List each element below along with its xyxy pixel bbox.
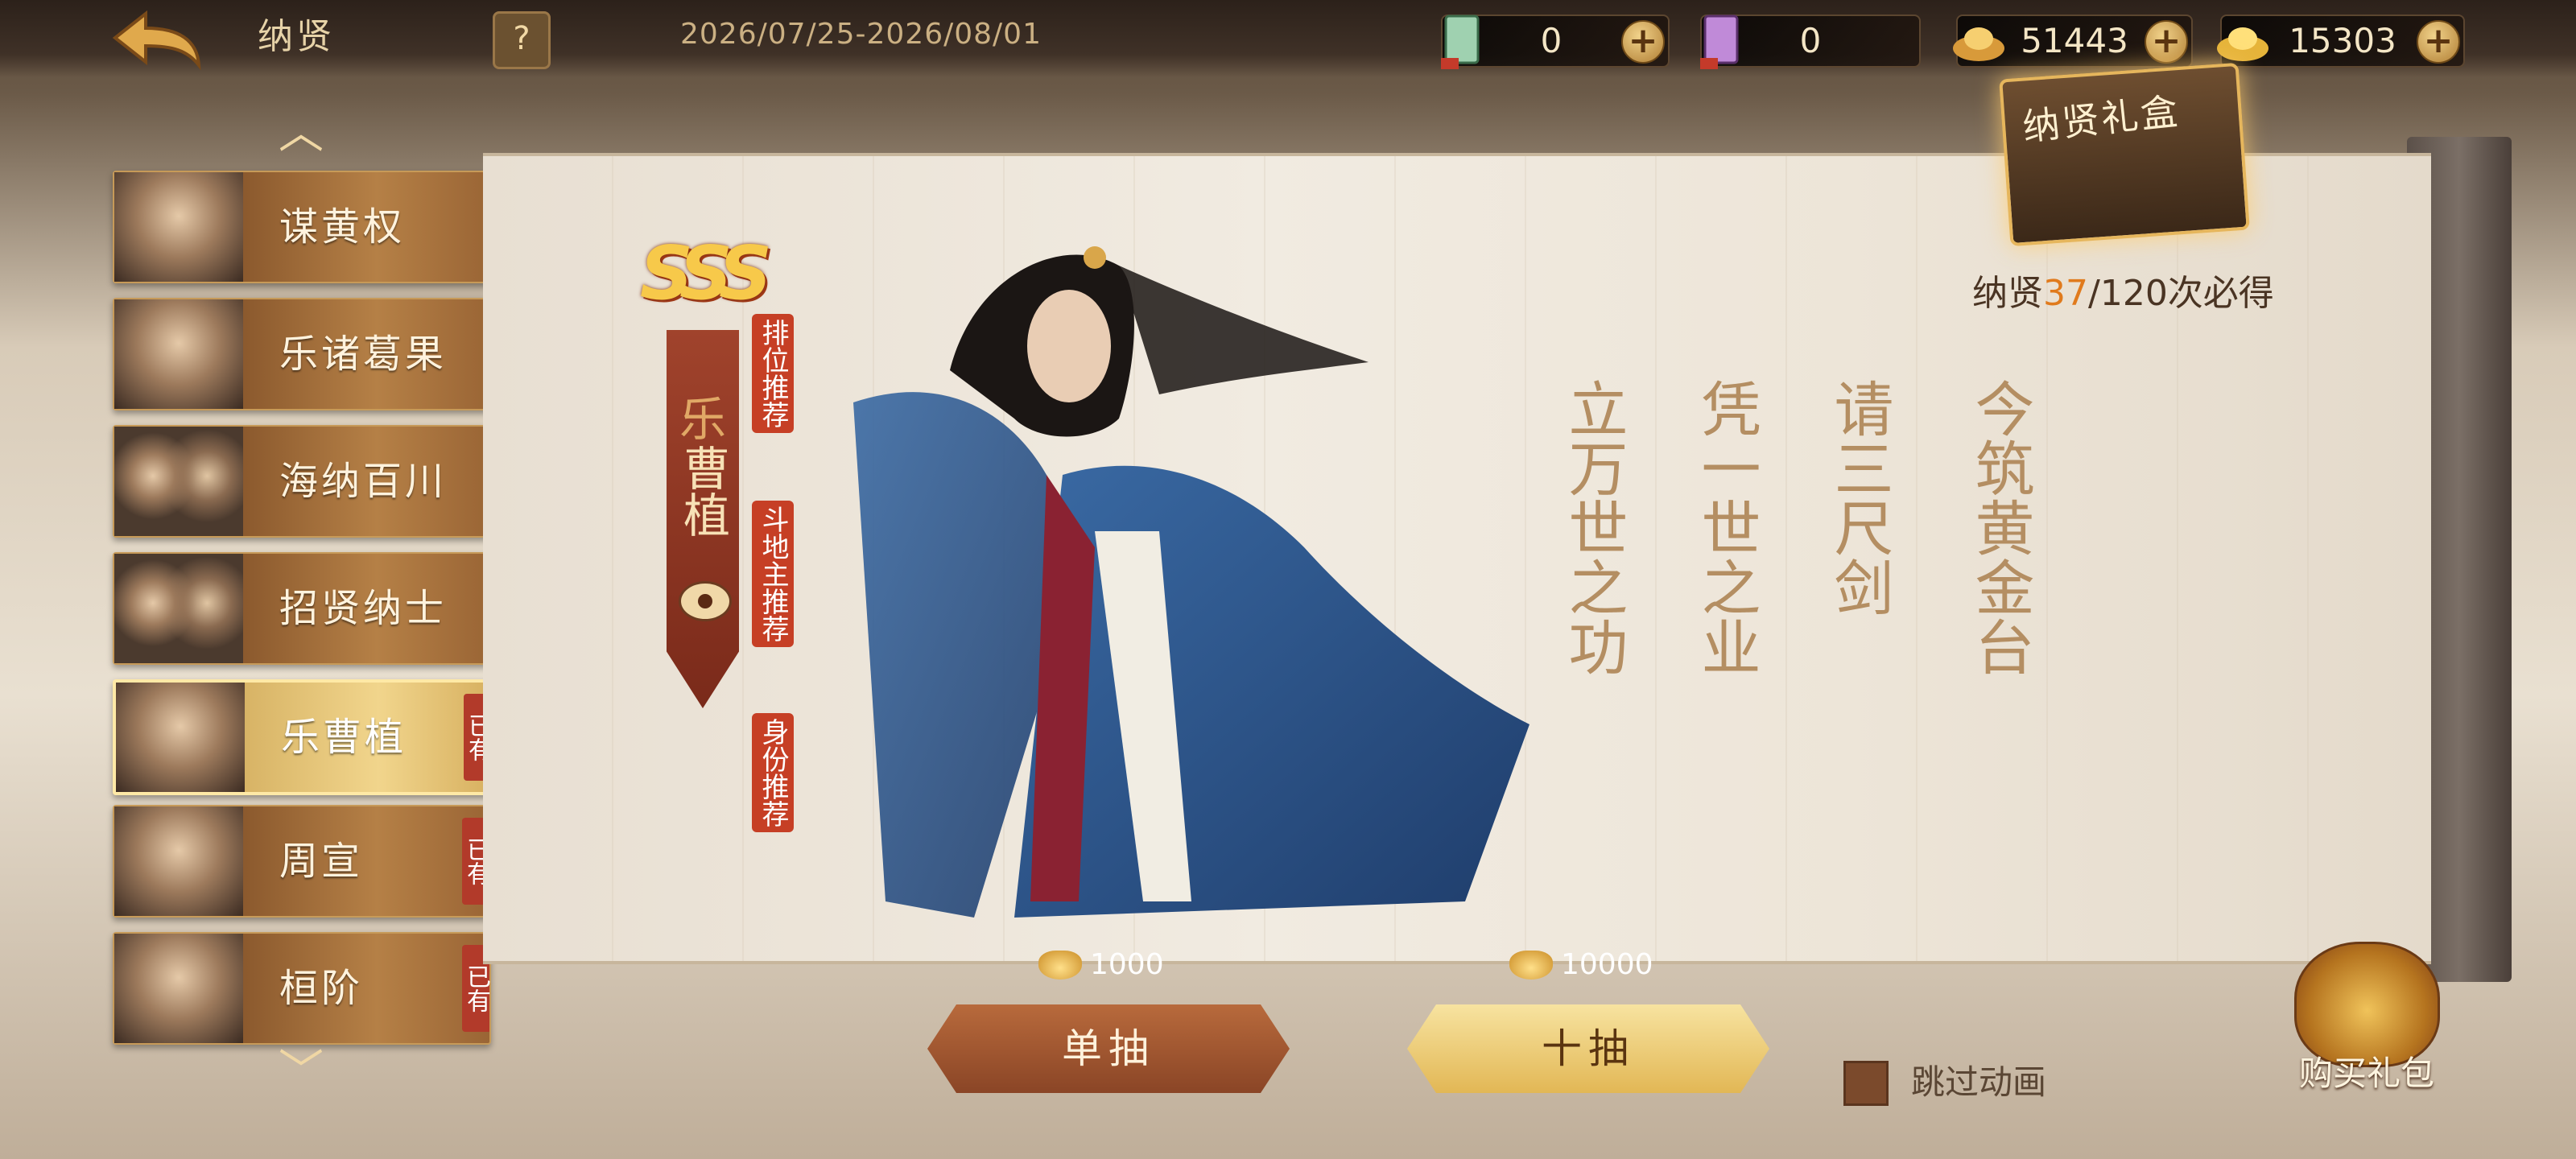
list-scroll-down-icon[interactable]: ﹀: [279, 1050, 324, 1095]
add-token-green-button[interactable]: +: [1621, 20, 1665, 64]
ten-draw-cost: 10000: [1509, 943, 1653, 987]
add-silver-ingot-button[interactable]: +: [2145, 20, 2188, 64]
avatar: [114, 806, 243, 916]
buy-pack-label[interactable]: 购买礼包: [2294, 1046, 2439, 1095]
poem-column: 凭一世之业: [1691, 378, 1761, 676]
single-draw-cost: 1000: [1038, 943, 1164, 987]
sidebar-item-0[interactable]: 谋黄权: [113, 171, 491, 283]
scroll-token-green-icon: [1441, 14, 1480, 69]
skip-animation-checkbox[interactable]: [1843, 1061, 1889, 1106]
avatar: [114, 172, 243, 282]
skip-animation-label: 跳过动画: [1911, 1062, 2047, 1102]
resource-token-green: 0 +: [1441, 14, 1670, 69]
add-gold-ingot-button[interactable]: +: [2417, 20, 2460, 64]
resource-silver-ingot: 51443 +: [1953, 14, 2193, 68]
avatar: [116, 683, 245, 792]
sidebar-item-4[interactable]: 乐曹植 已有: [113, 679, 494, 795]
avatar: [114, 554, 243, 663]
silver-ingot-icon: [1953, 27, 2004, 61]
scroll-token-purple-icon: [1700, 14, 1739, 69]
tag-ranked-recommend: 排位推荐: [752, 314, 794, 433]
rank-badge: SSS: [639, 230, 772, 316]
ten-draw-button[interactable]: 十抽: [1407, 1004, 1769, 1093]
hero-name: 乐 曹植: [675, 392, 730, 538]
back-button[interactable]: [105, 8, 209, 72]
page-title: 纳贤: [258, 16, 335, 57]
sidebar-item-6[interactable]: 桓阶 已有: [113, 932, 491, 1045]
help-button[interactable]: ?: [493, 11, 551, 69]
sidebar-item-2[interactable]: 海纳百川: [113, 425, 491, 538]
single-draw-button[interactable]: 单抽: [927, 1004, 1290, 1093]
poem-column: 请三尺剑: [1824, 378, 1893, 617]
tag-identity-recommend: 身份推荐: [752, 713, 794, 832]
resource-token-purple: 0: [1700, 14, 1921, 69]
resource-gold-ingot: 15303 +: [2217, 14, 2465, 68]
tag-landlord-recommend: 斗地主推荐: [752, 501, 794, 647]
sidebar-item-5[interactable]: 周宣 已有: [113, 805, 491, 918]
hero-portrait: [853, 246, 1530, 918]
view-hero-eye-icon[interactable]: [679, 581, 732, 621]
gold-ingot-icon: [1038, 951, 1082, 980]
avatar: [114, 299, 243, 409]
avatar: [114, 427, 243, 536]
poem-column: 今筑黄金台: [1965, 378, 2034, 676]
guarantee-counter: 纳贤37/120次必得: [1972, 273, 2274, 314]
avatar: [114, 934, 243, 1043]
list-scroll-up-icon[interactable]: ︿: [279, 111, 324, 156]
gold-ingot-icon: [1509, 951, 1553, 980]
poem-column: 立万世之功: [1558, 378, 1628, 676]
sidebar-item-1[interactable]: 乐诸葛果: [113, 298, 491, 410]
event-date-range: 2026/07/25-2026/08/01: [680, 18, 1042, 51]
sidebar-item-3[interactable]: 招贤纳士: [113, 552, 491, 665]
back-arrow-icon: [112, 10, 201, 71]
